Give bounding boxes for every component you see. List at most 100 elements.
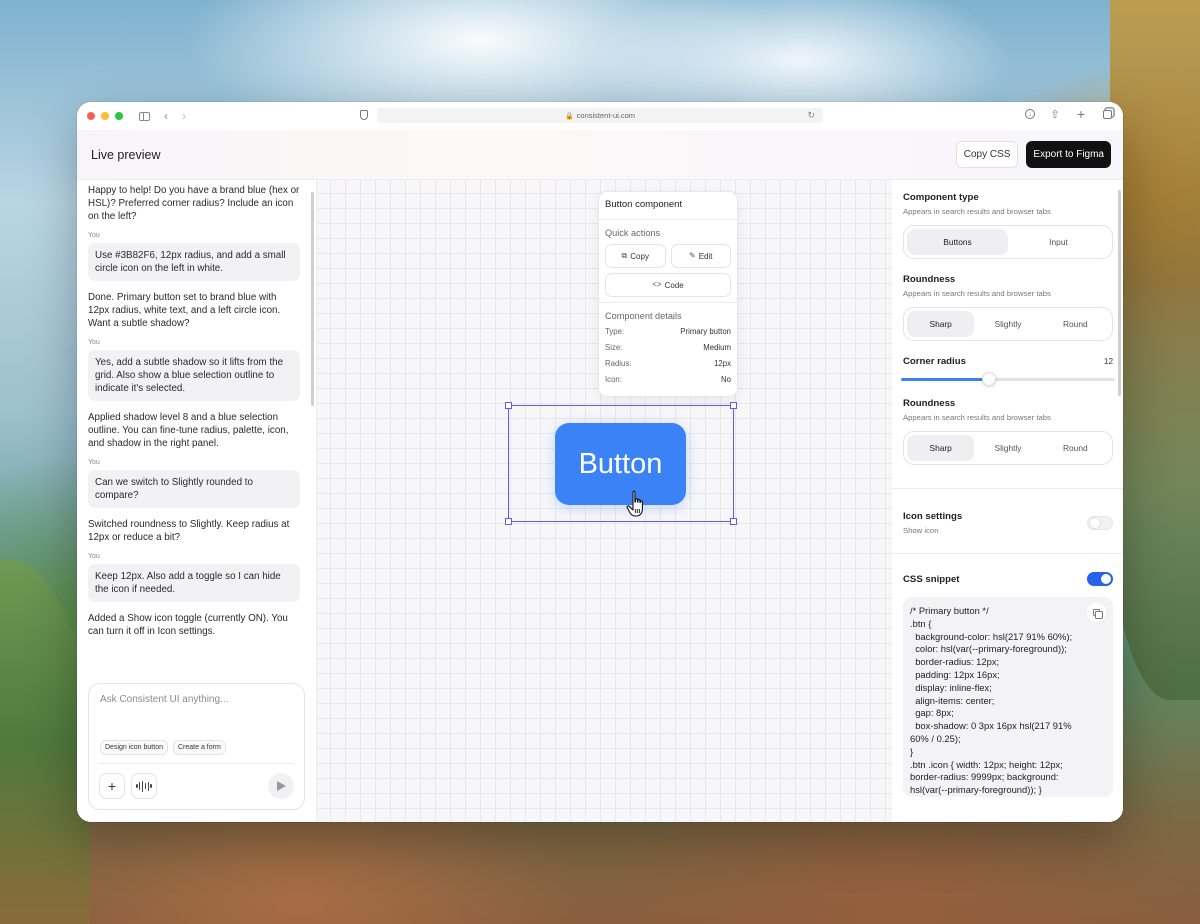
suggestion-chip[interactable]: Create a form [172, 740, 226, 755]
chat-composer[interactable]: Ask Consistent UI anything... Design ico… [88, 683, 305, 810]
code-line: } [910, 745, 914, 757]
resize-handle-bottom-left[interactable] [505, 518, 512, 525]
code-line: border-radius: 9999px; background: [910, 771, 1059, 783]
maximize-window-button[interactable] [115, 112, 123, 120]
assistant-message: Added a Show icon toggle (currently ON).… [88, 613, 288, 637]
slider-fill [901, 378, 989, 381]
copy-button[interactable]: ⧉ Copy [605, 244, 666, 268]
code-icon: <> [652, 280, 662, 289]
option-round[interactable]: Round [1042, 435, 1109, 461]
detail-value: Primary button [680, 327, 731, 336]
forward-icon[interactable]: › [182, 110, 186, 122]
address-bar[interactable]: 🔒 consistent-ui.com ↻ [377, 108, 823, 123]
code-line: display: inline-flex; [910, 681, 992, 693]
user-label: You [88, 553, 100, 560]
detail-key: Radius: [605, 359, 632, 368]
option-slightly[interactable]: Slightly [974, 311, 1041, 337]
code-line: border-radius: 12px; [910, 656, 1000, 668]
composer-input[interactable]: Ask Consistent UI anything... [100, 694, 293, 705]
component-type-title: Component type [903, 192, 979, 203]
user-label: You [88, 232, 100, 239]
back-icon[interactable]: ‹ [164, 110, 168, 122]
css-code-block[interactable]: /* Primary button */ .btn { background-c… [903, 597, 1113, 797]
option-buttons[interactable]: Buttons [907, 229, 1008, 255]
suggestion-chip[interactable]: Design icon button [100, 740, 168, 755]
user-message: Use #3B82F6, 12px radius, and add a smal… [88, 243, 300, 281]
option-sharp[interactable]: Sharp [907, 435, 975, 461]
chat-panel: Happy to help! Do you have a brand blue … [77, 180, 317, 822]
resize-handle-bottom-right[interactable] [730, 518, 737, 525]
option-input[interactable]: Input [1008, 229, 1109, 255]
show-icon-toggle[interactable] [1087, 516, 1113, 530]
code-line: hsl(var(--primary-foreground)); } [910, 784, 1042, 796]
app-header: Live preview Copy CSS Export to Figma [77, 130, 1123, 180]
quick-actions-label: Quick actions [605, 228, 661, 238]
code-line: gap: 8px; [910, 707, 954, 719]
downloads-icon[interactable]: ↓ [1025, 109, 1035, 119]
code-line: /* Primary button */ [910, 605, 989, 616]
css-snippet-title: CSS snippet [903, 573, 960, 585]
send-button[interactable] [268, 773, 294, 799]
new-tab-icon[interactable]: + [1075, 106, 1087, 122]
design-canvas[interactable]: Button component Quick actions ⧉ Copy ✎ … [317, 180, 892, 822]
settings-panel: Component type Appears in search results… [892, 180, 1123, 822]
chat-scrollbar[interactable] [311, 192, 314, 406]
window-controls [87, 112, 123, 120]
code-line: box-shadow: 0 3px 16px hsl(217 91% [910, 720, 1072, 732]
option-sharp[interactable]: Sharp [907, 311, 975, 337]
option-slightly[interactable]: Slightly [974, 435, 1041, 461]
show-icon-label: Show icon [903, 526, 939, 535]
css-snippet-row: CSS snippet [903, 572, 1113, 586]
edit-button[interactable]: ✎ Edit [670, 244, 731, 268]
export-to-figma-button[interactable]: Export to Figma [1026, 141, 1111, 168]
selection-outline[interactable]: Button [505, 402, 737, 525]
privacy-shield-icon[interactable] [360, 110, 368, 120]
detail-row-type: Type: Primary button [605, 327, 731, 336]
detail-value: 12px [714, 359, 731, 368]
add-attachment-button[interactable]: + [99, 773, 125, 799]
slider-thumb[interactable] [981, 372, 996, 386]
option-round[interactable]: Round [1042, 311, 1109, 337]
code-button[interactable]: <> Code [605, 273, 731, 297]
hand-pointer-icon [626, 490, 643, 517]
browser-toolbar: ‹ › 🔒 consistent-ui.com ↻ ↓ ⇧ + [77, 102, 1123, 130]
settings-scrollbar[interactable] [1118, 190, 1121, 396]
copy-icon: ⧉ [621, 251, 628, 260]
component-type-subtitle: Appears in search results and browser ta… [903, 207, 1051, 216]
section-divider [892, 488, 1123, 489]
share-icon[interactable]: ⇧ [1049, 108, 1061, 121]
roundness-subtitle: Appears in search results and browser ta… [903, 289, 1051, 298]
popover-title: Button component [605, 199, 683, 210]
resize-handle-top-right[interactable] [730, 402, 737, 409]
roundness-selector-secondary: Sharp Slightly Round [903, 431, 1113, 465]
copy-code-button[interactable] [1087, 603, 1106, 622]
css-snippet-toggle[interactable] [1087, 572, 1113, 586]
detail-value: Medium [703, 343, 731, 352]
component-type-selector: Buttons Input [903, 225, 1113, 259]
code-line: .btn { [910, 617, 932, 629]
corner-radius-slider[interactable] [901, 372, 1115, 386]
user-message: Keep 12px. Also add a toggle so I can hi… [88, 564, 300, 602]
tab-overview-icon[interactable] [1102, 109, 1112, 119]
minimize-window-button[interactable] [101, 112, 109, 120]
url-text: consistent-ui.com [576, 111, 636, 120]
voice-input-button[interactable] [131, 773, 157, 799]
popover-divider [599, 219, 737, 220]
code-line: 60% / 0.25); [910, 732, 961, 744]
copy-css-button[interactable]: Copy CSS [955, 141, 1019, 168]
sidebar-toggle-icon[interactable] [139, 111, 150, 121]
toggle-knob [1101, 574, 1111, 584]
detail-row-icon: Icon: No [605, 375, 731, 384]
close-window-button[interactable] [87, 112, 95, 120]
reload-icon[interactable]: ↻ [807, 110, 815, 121]
chat-messages[interactable]: Happy to help! Do you have a brand blue … [77, 180, 310, 692]
resize-handle-top-left[interactable] [505, 402, 512, 409]
icon-settings-row: Icon settings Show icon [903, 511, 1113, 535]
pencil-icon: ✎ [689, 251, 696, 260]
corner-radius-value: 12 [1103, 357, 1113, 366]
user-message: Yes, add a subtle shadow so it lifts fro… [88, 350, 300, 401]
icon-settings-title: Icon settings [903, 511, 963, 522]
code-line: background-color: hsl(217 91% 60%); [910, 630, 1073, 642]
component-details-label: Component details [605, 311, 682, 321]
preview-button[interactable]: Button [555, 423, 686, 505]
